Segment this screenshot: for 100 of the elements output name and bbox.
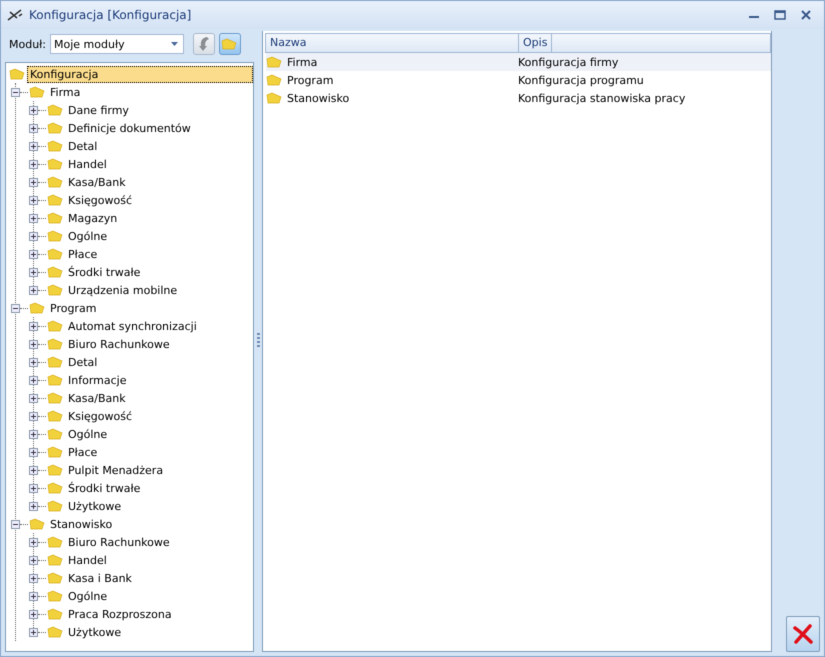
expand-icon[interactable] — [29, 628, 38, 636]
expand-icon[interactable] — [29, 142, 38, 150]
tree-item[interactable]: Księgowość — [65, 192, 135, 208]
expand-icon[interactable] — [29, 178, 38, 186]
expand-icon[interactable] — [29, 394, 38, 402]
tree-item[interactable]: Urządzenia mobilne — [65, 282, 180, 298]
expand-icon[interactable] — [29, 448, 38, 456]
tree-item[interactable]: Środki trwałe — [65, 480, 144, 496]
tree-item[interactable]: Księgowość — [65, 408, 135, 424]
folder-icon — [47, 122, 63, 134]
expand-icon[interactable] — [29, 574, 38, 582]
folder-icon — [47, 446, 63, 458]
table-row[interactable]: Program Konfiguracja programu — [266, 71, 771, 89]
folder-icon — [266, 92, 282, 104]
tree-item[interactable]: Kasa i Bank — [65, 570, 135, 586]
tree-item[interactable]: Ogólne — [65, 228, 110, 244]
curved-arrow-icon — [197, 36, 212, 52]
tree-item[interactable]: Użytkowe — [65, 624, 124, 640]
folder-icon — [47, 536, 63, 548]
tree-item[interactable]: Dane firmy — [65, 102, 132, 118]
expand-icon[interactable] — [29, 556, 38, 564]
tree-item[interactable]: Magazyn — [65, 210, 120, 226]
tree-item[interactable]: Program — [47, 300, 100, 316]
folder-icon — [47, 230, 63, 242]
expand-icon[interactable] — [29, 376, 38, 384]
folder-icon — [47, 464, 63, 476]
expand-icon[interactable] — [29, 322, 38, 330]
tools-icon — [7, 8, 23, 22]
expand-icon[interactable] — [29, 106, 38, 114]
table-cell: Firma — [287, 56, 318, 68]
column-header[interactable]: Nazwa — [266, 34, 519, 52]
tree-item[interactable]: Definicje dokumentów — [65, 120, 194, 136]
expand-icon[interactable] — [29, 484, 38, 492]
expand-icon[interactable] — [29, 268, 38, 276]
folder-icon — [47, 176, 63, 188]
tree-item[interactable]: Kasa/Bank — [65, 390, 129, 406]
tree-item[interactable]: Biuro Rachunkowe — [65, 336, 173, 352]
expand-icon[interactable] — [29, 502, 38, 510]
expand-icon[interactable] — [29, 610, 38, 618]
expand-icon[interactable] — [29, 430, 38, 438]
tree-item[interactable]: Kasa/Bank — [65, 174, 129, 190]
expand-icon[interactable] — [29, 124, 38, 132]
folder-icon — [47, 374, 63, 386]
expand-icon[interactable] — [29, 196, 38, 204]
tree-item[interactable]: Użytkowe — [65, 498, 124, 514]
selected-row[interactable]: Firma Konfiguracja firmy — [266, 53, 771, 71]
expand-icon[interactable] — [29, 250, 38, 258]
tree-item[interactable]: Ogólne — [65, 588, 110, 604]
expand-icon[interactable] — [29, 358, 38, 366]
expand-icon[interactable] — [29, 232, 38, 240]
tree-item[interactable]: Pulpit Menadżera — [65, 462, 166, 478]
splitter-handle[interactable] — [257, 332, 260, 348]
close-button[interactable] — [786, 616, 820, 652]
folder-icon — [29, 302, 45, 314]
folder-icon — [29, 518, 45, 530]
maximize-icon[interactable] — [774, 10, 786, 20]
tree-item[interactable]: Detal — [65, 138, 100, 154]
module-dropdown[interactable]: Moje moduły — [50, 34, 184, 54]
tree-item[interactable]: Ogólne — [65, 426, 110, 442]
caret-icon — [171, 42, 178, 46]
folder-icon — [221, 38, 238, 50]
back-button[interactable] — [193, 33, 216, 55]
tree-item[interactable]: Praca Rozproszona — [65, 606, 175, 622]
tree-item[interactable]: Konfiguracja — [27, 66, 254, 82]
close-icon[interactable] — [800, 10, 812, 20]
collapse-icon[interactable] — [11, 88, 20, 96]
folder-icon — [47, 572, 63, 584]
tree-item[interactable]: Handel — [65, 156, 110, 172]
tree-item[interactable]: Stanowisko — [47, 516, 116, 532]
folder-icon — [47, 410, 63, 422]
table-cell: Stanowisko — [287, 92, 350, 104]
column-header[interactable]: Opis — [519, 34, 552, 52]
tree-item[interactable]: Płace — [65, 444, 100, 460]
expand-icon[interactable] — [29, 412, 38, 420]
expand-icon[interactable] — [29, 592, 38, 600]
folder-icon — [47, 338, 63, 350]
tree-item[interactable]: Biuro Rachunkowe — [65, 534, 173, 550]
folder-icon — [47, 284, 63, 296]
tree-item[interactable]: Firma — [47, 84, 84, 100]
expand-icon[interactable] — [29, 466, 38, 474]
tree-item[interactable]: Handel — [65, 552, 110, 568]
collapse-icon[interactable] — [11, 520, 20, 528]
table-row[interactable]: Stanowisko Konfiguracja stanowiska pracy — [266, 89, 771, 107]
folder-icon — [47, 590, 63, 602]
folder-icon — [47, 392, 63, 404]
tree-item[interactable]: Środki trwałe — [65, 264, 144, 280]
tree-item[interactable]: Detal — [65, 354, 100, 370]
expand-icon[interactable] — [29, 538, 38, 546]
tree-item[interactable]: Informacje — [65, 372, 130, 388]
folder-icon — [47, 608, 63, 620]
folder-icon — [9, 68, 25, 80]
tree-item[interactable]: Płace — [65, 246, 100, 262]
table-cell-text: Konfiguracja firmy — [517, 56, 620, 68]
expand-icon[interactable] — [29, 160, 38, 168]
folder-icon — [47, 320, 63, 332]
expand-icon[interactable] — [29, 286, 38, 294]
collapse-icon[interactable] — [11, 304, 20, 312]
expand-icon[interactable] — [29, 340, 38, 348]
expand-icon[interactable] — [29, 214, 38, 222]
tree-item[interactable]: Automat synchronizacji — [65, 318, 200, 334]
